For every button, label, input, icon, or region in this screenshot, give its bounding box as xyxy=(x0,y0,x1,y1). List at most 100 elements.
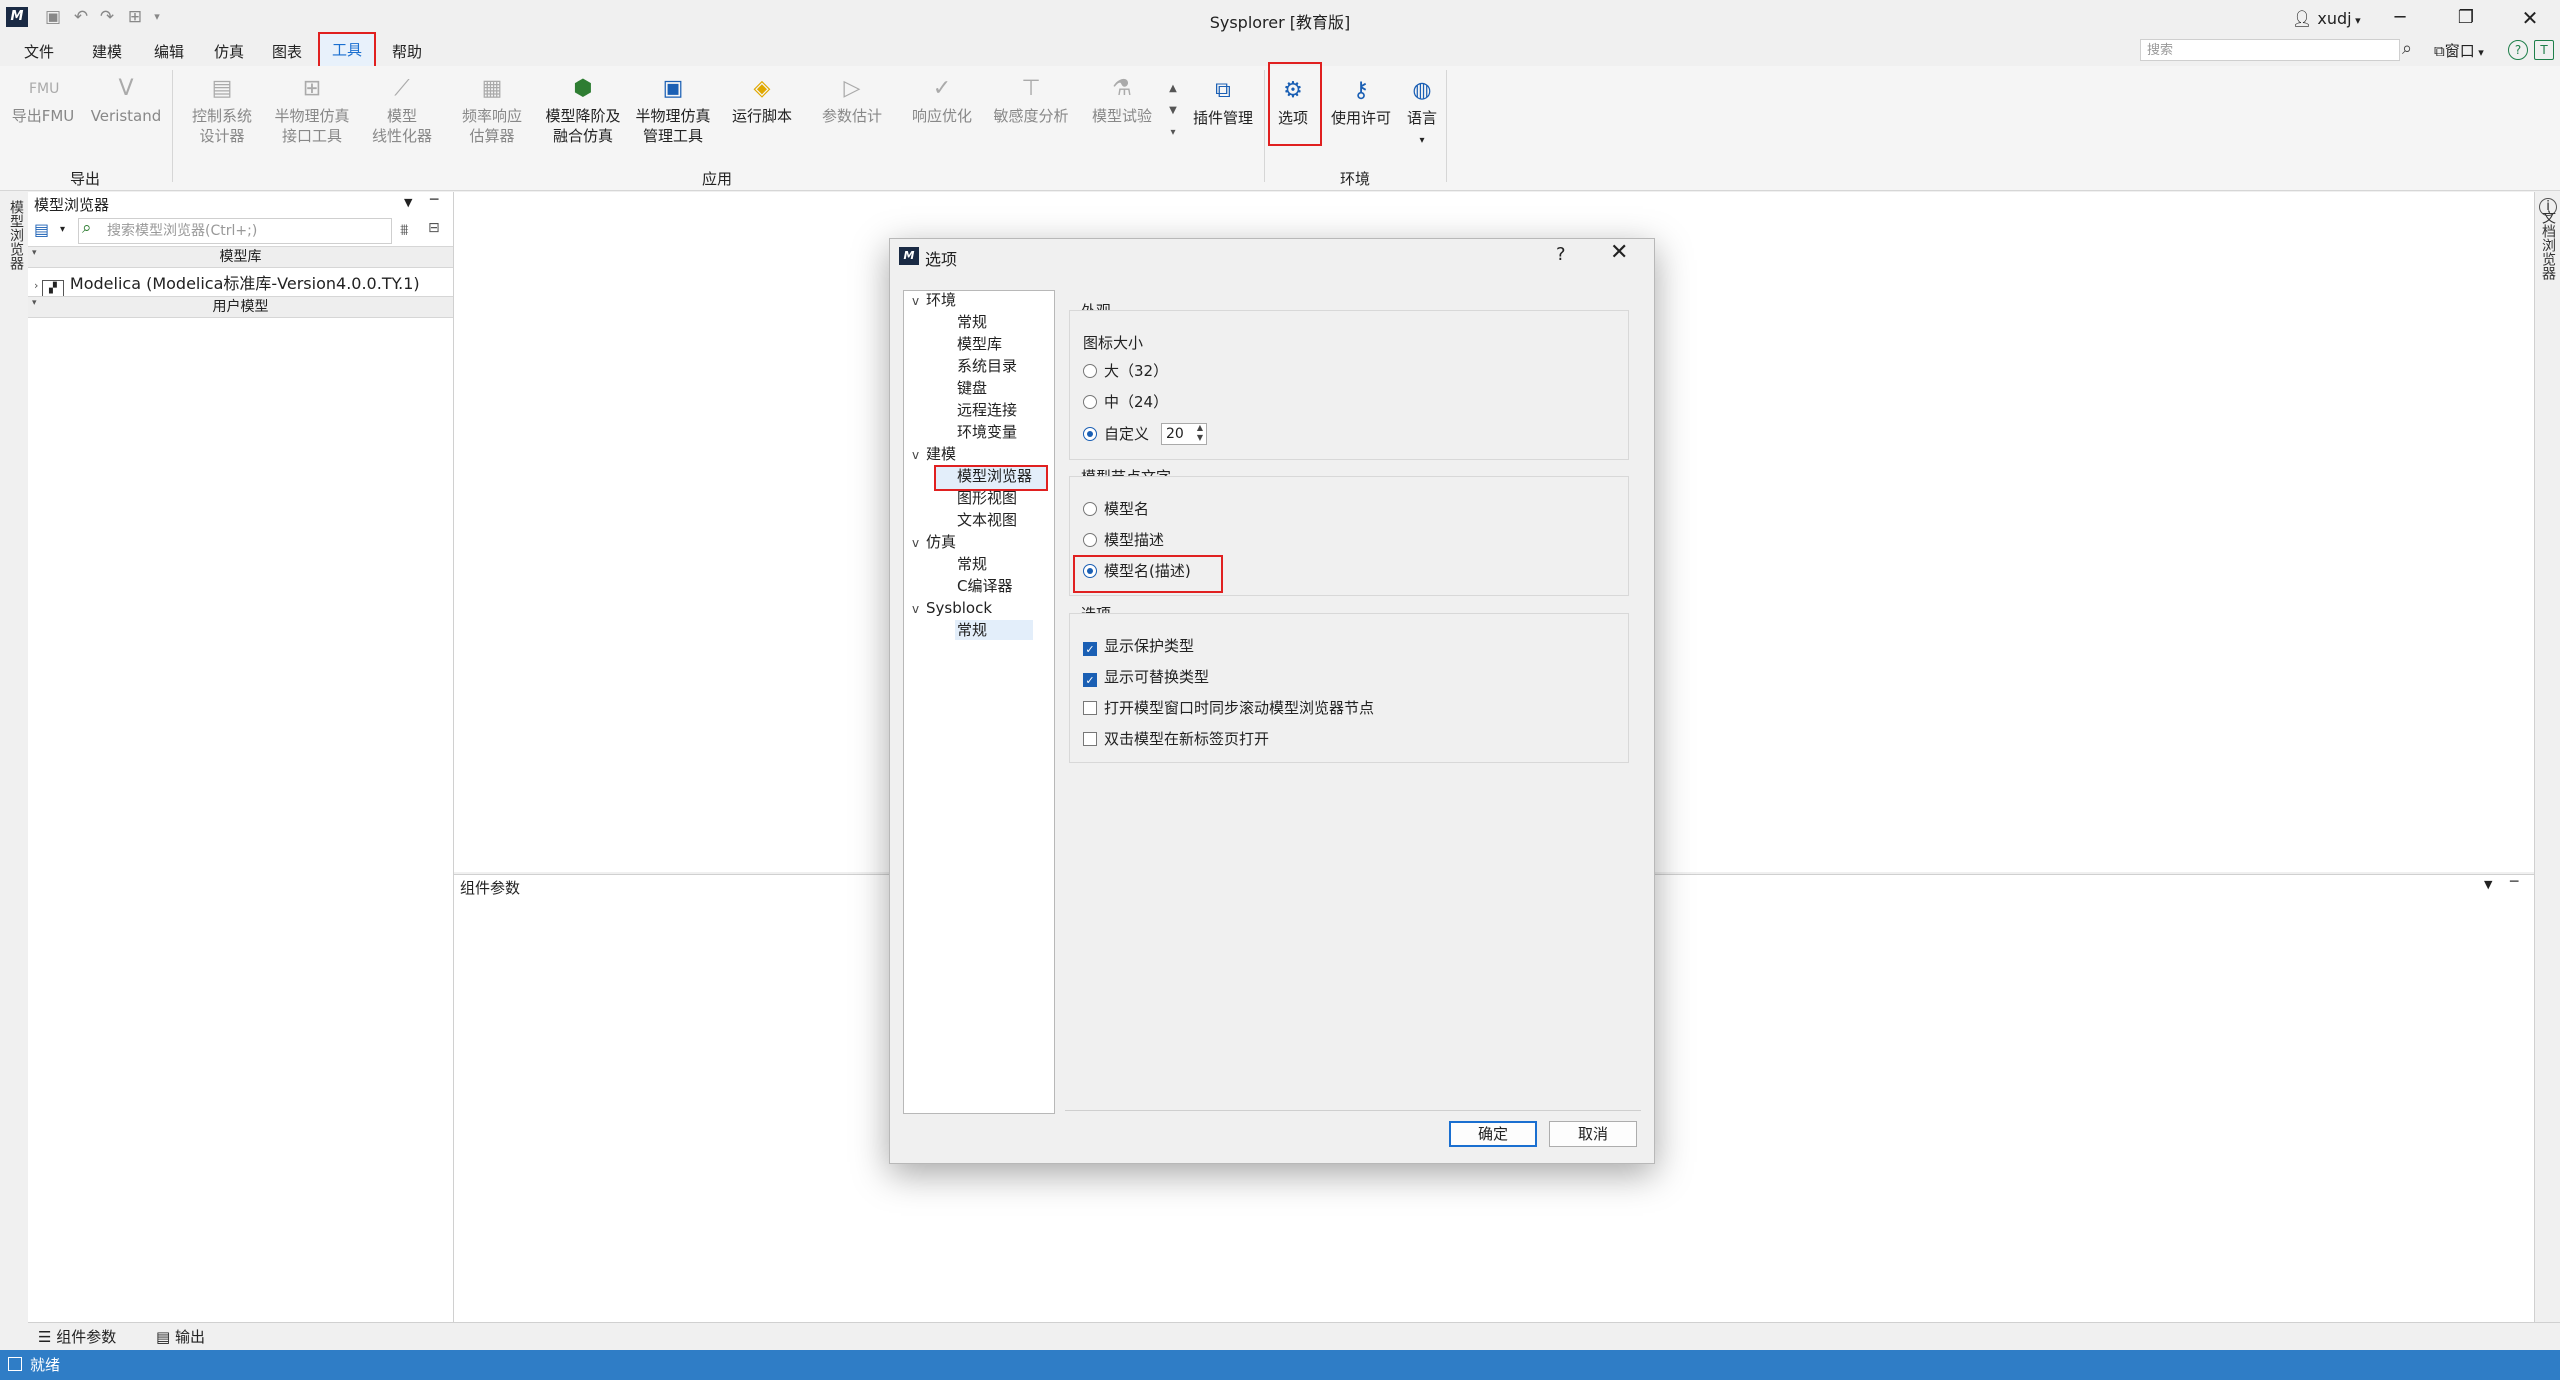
tree-node-modeling[interactable]: v 建模 xyxy=(912,444,956,465)
menu-file[interactable]: 文件 xyxy=(18,40,60,64)
tree-item-env-general[interactable]: 常规 xyxy=(957,312,987,332)
open-new-tab-checkbox[interactable]: 双击模型在新标签页打开 xyxy=(1083,728,1269,750)
spin-arrows-icon[interactable]: ▲ ▼ xyxy=(1193,423,1207,445)
model-linearizer-button[interactable]: ⟋ 模型 线性化器 xyxy=(362,76,442,146)
freq-response-button[interactable]: ▦ 频率响应 估算器 xyxy=(452,76,532,146)
minimize-button[interactable]: ─ xyxy=(2370,0,2430,36)
panel-minimize-icon[interactable]: ─ xyxy=(430,192,438,208)
user-menu[interactable]: 👤︎ xudj ▾ xyxy=(2292,7,2361,31)
view-mode-icon[interactable]: ▤ xyxy=(34,220,49,239)
checkbox-label: 显示保护类型 xyxy=(1104,637,1195,655)
tree-item-c-compiler[interactable]: C编译器 xyxy=(957,576,1012,596)
tree-item-text-view[interactable]: 文本视图 xyxy=(957,510,1017,530)
sync-scroll-checkbox[interactable]: 打开模型窗口时同步滚动模型浏览器节点 xyxy=(1083,697,1374,719)
plugin-mgmt-button[interactable]: ⧉ 插件管理 xyxy=(1186,78,1260,128)
menu-help[interactable]: 帮助 xyxy=(386,40,428,64)
param-estimation-button[interactable]: ▷ 参数估计 xyxy=(812,76,892,126)
filter-icon[interactable]: ⩩ xyxy=(400,220,409,240)
search-icon[interactable]: ⌕ xyxy=(2402,38,2412,59)
user-models-header[interactable]: 用户模型 xyxy=(28,296,453,318)
veristand-button[interactable]: V Veristand xyxy=(88,76,164,126)
linearizer-icon: ⟋ xyxy=(394,76,410,101)
restore-button[interactable]: ❐ xyxy=(2436,0,2496,36)
response-opt-label: 响应优化 xyxy=(911,107,972,125)
language-button[interactable]: ◍ 语言 ▾ xyxy=(1400,78,1444,151)
tree-item-model-browser[interactable]: 模型浏览器 xyxy=(957,466,1032,486)
menu-modeling[interactable]: 建模 xyxy=(86,40,128,64)
options-button[interactable]: ⚙ 选项 xyxy=(1270,78,1316,128)
radio-label: 中（24） xyxy=(1104,393,1169,411)
tree-node-env[interactable]: v 环境 xyxy=(912,290,956,311)
group-apply-label: 应用 xyxy=(702,170,733,188)
ribbon-scroll-arrows[interactable]: ▲ ▼ ▾ xyxy=(1166,78,1180,144)
node-text-desc-radio[interactable]: 模型描述 xyxy=(1083,529,1164,551)
response-opt-button[interactable]: ✓ 响应优化 xyxy=(900,76,984,126)
tree-item-env-library[interactable]: 模型库 xyxy=(957,334,1002,354)
menu-tools[interactable]: 工具 xyxy=(318,32,377,68)
model-library-header[interactable]: 模型库 xyxy=(28,246,453,268)
icon-size-medium-radio[interactable]: 中（24） xyxy=(1083,391,1168,413)
model-browser-search-input[interactable]: 搜索模型浏览器(Ctrl+;) xyxy=(78,218,392,244)
reduced-order-button[interactable]: ⬢ 模型降阶及 融合仿真 xyxy=(538,76,628,146)
quick-access-dropdown-icon[interactable]: ▾ xyxy=(146,6,168,28)
chevron-down-icon[interactable]: ▾ xyxy=(32,298,37,308)
chevron-down-icon[interactable]: ▾ xyxy=(32,248,37,258)
user-name: xudj xyxy=(2317,9,2352,28)
checkbox-label: 显示可替换类型 xyxy=(1104,668,1210,686)
undo-icon[interactable]: ↶ xyxy=(70,6,92,28)
doc-browser-side-tab[interactable]: 文档浏览器 xyxy=(2536,210,2558,280)
node-text-name-desc-radio[interactable]: 模型名(描述) xyxy=(1083,560,1191,582)
ok-button[interactable]: 确定 xyxy=(1449,1121,1537,1147)
panel-dropdown-icon[interactable]: ▼ xyxy=(2484,878,2492,891)
tree-node-simulation[interactable]: v 仿真 xyxy=(912,532,956,553)
export-fmu-button[interactable]: FMU 导出FMU xyxy=(8,76,78,126)
checkbox-icon xyxy=(1083,701,1097,715)
tree-item-env-vars[interactable]: 环境变量 xyxy=(957,422,1017,442)
menu-simulation[interactable]: 仿真 xyxy=(208,40,250,64)
tree-item-sysblock-general[interactable]: 常规 xyxy=(957,620,987,640)
panel-minimize-icon[interactable]: ─ xyxy=(2510,874,2518,890)
tree-item-env-keyboard[interactable]: 键盘 xyxy=(957,378,987,398)
run-script-button[interactable]: ◈ 运行脚本 xyxy=(722,76,802,126)
app-logo: M xyxy=(899,247,919,265)
license-button[interactable]: ⚷ 使用许可 xyxy=(1326,78,1396,128)
tree-item-env-sysdir[interactable]: 系统目录 xyxy=(957,356,1017,376)
control-designer-button[interactable]: ▤ 控制系统 设计器 xyxy=(182,76,262,146)
tree-item-env-remote[interactable]: 远程连接 xyxy=(957,400,1017,420)
save-icon[interactable]: ▣ xyxy=(42,6,64,28)
chevron-right-icon[interactable]: › xyxy=(34,279,42,292)
dialog-close-button[interactable]: ✕ xyxy=(1610,240,1628,265)
show-replaceable-checkbox[interactable]: ✓ 显示可替换类型 xyxy=(1083,666,1209,688)
model-test-button[interactable]: ⚗ 模型试验 xyxy=(1080,76,1164,126)
model-browser-side-tab[interactable]: 模型浏览器 xyxy=(2,200,26,270)
search-input[interactable]: 搜索 xyxy=(2140,39,2400,61)
help-icon[interactable]: ? xyxy=(2508,40,2528,60)
collapse-all-icon[interactable]: ⊟ xyxy=(428,220,440,236)
panel-dropdown-icon[interactable]: ▼ xyxy=(404,196,412,209)
cancel-button[interactable]: 取消 xyxy=(1549,1121,1637,1147)
tab-component-params[interactable]: ☰ 组件参数 xyxy=(38,1326,116,1347)
dialog-help-button[interactable]: ? xyxy=(1556,244,1566,265)
tree-item-graphic-view[interactable]: 图形视图 xyxy=(957,488,1017,508)
window-menu[interactable]: ⧉窗口 ▾ xyxy=(2434,40,2484,61)
sensitivity-button[interactable]: ⊤ 敏感度分析 xyxy=(986,76,1076,126)
left-side-tab xyxy=(0,192,29,1322)
info-icon[interactable]: T xyxy=(2534,40,2554,60)
quick-access-icon[interactable]: ⊞ xyxy=(124,6,146,28)
redo-icon[interactable]: ↷ xyxy=(96,6,118,28)
tree-node-sysblock[interactable]: v Sysblock xyxy=(912,598,992,619)
status-text: 就绪 xyxy=(30,1356,61,1374)
close-button[interactable]: ✕ xyxy=(2500,0,2560,36)
show-protected-checkbox[interactable]: ✓ 显示保护类型 xyxy=(1083,635,1194,657)
chevron-down-icon[interactable]: ▾ xyxy=(60,224,65,235)
semi-physical-interface-button[interactable]: ⊞ 半物理仿真 接口工具 xyxy=(270,76,354,146)
icon-size-large-radio[interactable]: 大（32） xyxy=(1083,360,1168,382)
menu-edit[interactable]: 编辑 xyxy=(148,40,190,64)
tab-output[interactable]: ▤ 输出 xyxy=(156,1326,205,1347)
tree-item-sim-general[interactable]: 常规 xyxy=(957,554,987,574)
menu-chart[interactable]: 图表 xyxy=(266,40,308,64)
icon-size-custom-radio[interactable]: 自定义 xyxy=(1083,423,1149,445)
node-text-name-radio[interactable]: 模型名 xyxy=(1083,498,1149,520)
semi-physical-mgmt-button[interactable]: ▣ 半物理仿真 管理工具 xyxy=(628,76,718,146)
library-item-modelica[interactable]: › ▞ Modelica (Modelica标准库-Version4.0.0.TY… xyxy=(34,270,420,298)
